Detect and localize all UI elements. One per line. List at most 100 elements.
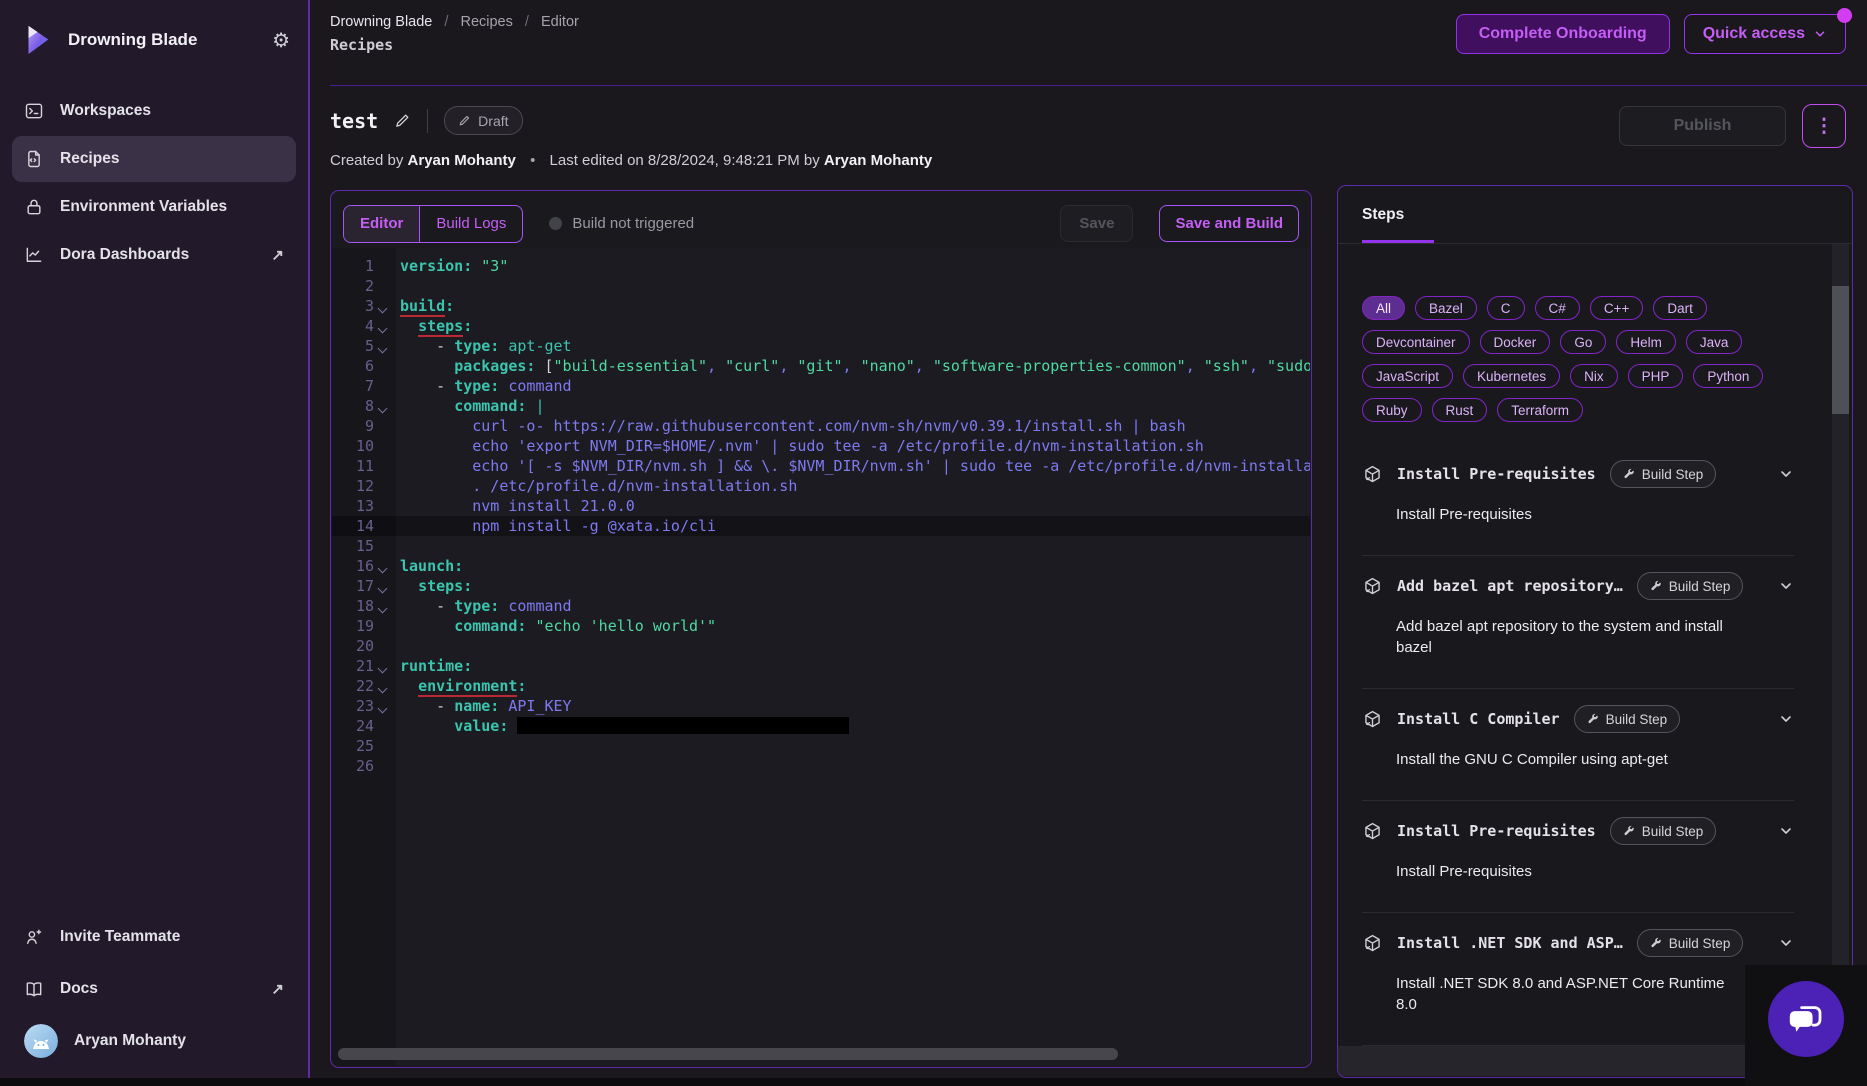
steps-tab[interactable]: Steps <box>1362 186 1404 243</box>
filter-pill[interactable]: Rust <box>1432 398 1488 422</box>
filter-pill[interactable]: C++ <box>1590 296 1644 320</box>
code-line[interactable]: 23 - name: API_KEY <box>332 696 1310 716</box>
publish-button[interactable]: Publish <box>1619 106 1786 146</box>
filter-pill[interactable]: JavaScript <box>1362 364 1453 388</box>
wrench-icon <box>1650 580 1662 592</box>
code-line[interactable]: 5 - type: apt-get <box>332 336 1310 356</box>
filter-pill[interactable]: Ruby <box>1362 398 1422 422</box>
code-line[interactable]: 6 packages: ["build-essential", "curl", … <box>332 356 1310 376</box>
filter-pill[interactable]: Java <box>1686 330 1743 354</box>
chevron-down-icon[interactable] <box>1778 711 1794 727</box>
code-line[interactable]: 20 <box>332 636 1310 656</box>
quick-access-button[interactable]: Quick access <box>1684 14 1846 54</box>
user-menu[interactable]: Aryan Mohanty <box>12 1018 296 1064</box>
edit-name-button[interactable] <box>394 112 411 129</box>
code-line[interactable]: 16launch: <box>332 556 1310 576</box>
filter-pill[interactable]: C <box>1487 296 1525 320</box>
divider <box>427 109 428 133</box>
code-line[interactable]: 1version: "3" <box>332 256 1310 276</box>
fold-chevron-icon[interactable] <box>374 596 390 616</box>
step-item[interactable]: Add bazel apt repository… Build Step Add… <box>1362 556 1794 689</box>
fold-chevron-icon[interactable] <box>374 656 390 676</box>
line-number: 23 <box>332 696 374 716</box>
line-number: 17 <box>332 576 374 596</box>
breadcrumb-item[interactable]: Drowning Blade <box>330 14 432 30</box>
code-line[interactable]: 9 curl -o- https://raw.githubusercontent… <box>332 416 1310 436</box>
code-line[interactable]: 17 steps: <box>332 576 1310 596</box>
step-item[interactable]: Install Pre-requisites Build Step Instal… <box>1362 444 1794 556</box>
filter-pill[interactable]: PHP <box>1628 364 1684 388</box>
code-line[interactable]: 21runtime: <box>332 656 1310 676</box>
fold-chevron-icon[interactable] <box>374 296 390 316</box>
sidebar-item-environment-variables[interactable]: Environment Variables <box>12 184 296 230</box>
sidebar-item-dora-dashboards[interactable]: Dora Dashboards ↗ <box>12 232 296 278</box>
code-line[interactable]: 26 <box>332 756 1310 776</box>
code-line[interactable]: 24 value: <box>332 716 1310 736</box>
chevron-down-icon[interactable] <box>1778 823 1794 839</box>
filter-pill[interactable]: Helm <box>1616 330 1676 354</box>
chevron-down-icon[interactable] <box>1778 935 1794 951</box>
vertical-scrollbar-thumb[interactable] <box>1832 286 1849 414</box>
breadcrumb-item[interactable]: Recipes <box>460 14 512 30</box>
settings-gear-icon[interactable]: ⚙ <box>272 28 290 53</box>
tab-editor[interactable]: Editor <box>344 206 419 242</box>
book-icon <box>24 979 44 999</box>
filter-pill[interactable]: Kubernetes <box>1463 364 1560 388</box>
code-line[interactable]: 12 . /etc/profile.d/nvm-installation.sh <box>332 476 1310 496</box>
fold-slot <box>374 256 390 276</box>
fold-chevron-icon[interactable] <box>374 316 390 336</box>
code-line[interactable]: 19 command: "echo 'hello world'" <box>332 616 1310 636</box>
breadcrumb-item[interactable]: Editor <box>541 14 579 30</box>
step-item[interactable]: Install Pre-requisites Build Step Instal… <box>1362 801 1794 913</box>
filter-pill[interactable]: All <box>1362 296 1405 320</box>
code-line[interactable]: 8 command: | <box>332 396 1310 416</box>
step-item[interactable]: Install .NET SDK and ASP… Build Step Ins… <box>1362 913 1794 1046</box>
fold-chevron-icon[interactable] <box>374 396 390 416</box>
save-button[interactable]: Save <box>1060 205 1133 242</box>
filter-pill[interactable]: Docker <box>1480 330 1551 354</box>
filter-pill[interactable]: Devcontainer <box>1362 330 1470 354</box>
filter-pill[interactable]: C# <box>1535 296 1580 320</box>
fold-slot <box>374 456 390 476</box>
horizontal-scrollbar-thumb[interactable] <box>338 1048 1118 1060</box>
fold-chevron-icon[interactable] <box>374 556 390 576</box>
fold-chevron-icon[interactable] <box>374 696 390 716</box>
build-step-badge: Build Step <box>1610 460 1717 488</box>
code-line[interactable]: 2 <box>332 276 1310 296</box>
sidebar-item-recipes[interactable]: Recipes <box>12 136 296 182</box>
code-line[interactable]: 11 echo '[ -s $NVM_DIR/nvm.sh ] && \. $N… <box>332 456 1310 476</box>
filter-pill[interactable]: Bazel <box>1415 296 1477 320</box>
more-options-button[interactable]: ⋮ <box>1802 104 1846 148</box>
complete-onboarding-button[interactable]: Complete Onboarding <box>1456 14 1670 54</box>
chat-launcher-button[interactable] <box>1768 981 1844 1057</box>
fold-chevron-icon[interactable] <box>374 676 390 696</box>
filter-pill[interactable]: Dart <box>1653 296 1707 320</box>
filter-pill[interactable]: Python <box>1693 364 1763 388</box>
fold-chevron-icon[interactable] <box>374 576 390 596</box>
code-line[interactable]: 3build: <box>332 296 1310 316</box>
step-item[interactable]: Install C Compiler Build Step Install th… <box>1362 689 1794 801</box>
code-line[interactable]: 7 - type: command <box>332 376 1310 396</box>
fold-chevron-icon[interactable] <box>374 336 390 356</box>
chevron-down-icon[interactable] <box>1778 466 1794 482</box>
editor-panel: Editor Build Logs Build not triggered Sa… <box>330 190 1312 1068</box>
code-line[interactable]: 18 - type: command <box>332 596 1310 616</box>
invite-teammate-button[interactable]: Invite Teammate <box>12 914 296 960</box>
sidebar-item-workspaces[interactable]: Workspaces <box>12 88 296 134</box>
docs-link[interactable]: Docs ↗ <box>12 966 296 1012</box>
code-line[interactable]: 22 environment: <box>332 676 1310 696</box>
code-line[interactable]: 4 steps: <box>332 316 1310 336</box>
save-and-build-button[interactable]: Save and Build <box>1159 205 1299 242</box>
fold-slot <box>374 756 390 776</box>
code-line[interactable]: 15 <box>332 536 1310 556</box>
code-line[interactable]: 10 echo 'export NVM_DIR=$HOME/.nvm' | su… <box>332 436 1310 456</box>
code-line[interactable]: 13 nvm install 21.0.0 <box>332 496 1310 516</box>
code-line[interactable]: 25 <box>332 736 1310 756</box>
code-editor[interactable]: 1version: "3"23build:4 steps:5 - type: a… <box>332 248 1310 1066</box>
filter-pill[interactable]: Go <box>1560 330 1606 354</box>
filter-pill[interactable]: Nix <box>1570 364 1618 388</box>
tab-build-logs[interactable]: Build Logs <box>419 206 522 242</box>
code-line[interactable]: 14 npm install -g @xata.io/cli <box>332 516 1310 536</box>
filter-pill[interactable]: Terraform <box>1497 398 1583 422</box>
chevron-down-icon[interactable] <box>1778 578 1794 594</box>
